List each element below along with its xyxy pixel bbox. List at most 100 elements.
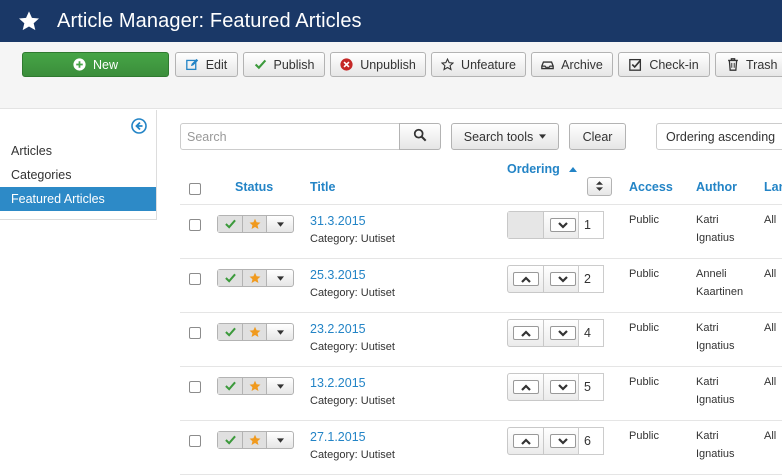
page-header: Article Manager: Featured Articles xyxy=(0,0,782,42)
column-header-status[interactable]: Status xyxy=(235,180,273,194)
featured-toggle[interactable] xyxy=(243,432,267,448)
article-title-link[interactable]: 13.2.2015 xyxy=(310,376,366,390)
article-title-link[interactable]: 25.3.2015 xyxy=(310,268,366,282)
star-icon xyxy=(18,10,48,32)
article-title-link[interactable]: 27.1.2015 xyxy=(310,430,366,444)
published-toggle[interactable] xyxy=(218,432,243,448)
language: All xyxy=(764,214,777,226)
row-checkbox[interactable] xyxy=(189,327,201,339)
unfeature-button[interactable]: Unfeature xyxy=(431,52,526,77)
status-button-group xyxy=(217,269,294,287)
row-checkbox[interactable] xyxy=(189,381,201,393)
chevron-down-icon xyxy=(550,434,576,448)
move-down-button[interactable] xyxy=(545,428,581,454)
ordering-value-input[interactable]: 4 xyxy=(578,319,604,347)
plus-circle-icon xyxy=(73,58,86,71)
ordering-select[interactable]: Ordering ascending xyxy=(656,123,782,150)
caret-down-icon xyxy=(539,134,547,139)
article-category: Category: Uutiset xyxy=(310,341,395,353)
author-last-name: Kaartinen xyxy=(696,286,744,298)
ordering-value-input[interactable]: 6 xyxy=(578,427,604,455)
search-button[interactable] xyxy=(399,123,441,150)
published-toggle[interactable] xyxy=(218,324,243,340)
star-outline-icon xyxy=(441,58,455,71)
edit-icon xyxy=(185,58,199,71)
sidebar: Articles Categories Featured Articles xyxy=(0,110,157,220)
featured-toggle[interactable] xyxy=(243,270,267,286)
column-header-ordering[interactable]: Ordering xyxy=(507,162,578,176)
published-toggle[interactable] xyxy=(218,216,243,232)
author-first-name: Katri xyxy=(696,322,719,334)
clear-button[interactable]: Clear xyxy=(569,123,626,150)
column-header-title[interactable]: Title xyxy=(310,180,335,194)
checkbox-icon xyxy=(629,58,642,71)
published-toggle[interactable] xyxy=(218,270,243,286)
edit-button[interactable]: Edit xyxy=(175,52,238,77)
ordering-select-label: Ordering ascending xyxy=(666,129,776,144)
article-category: Category: Uutiset xyxy=(310,287,395,299)
publish-button[interactable]: Publish xyxy=(243,52,325,77)
sidebar-item-categories[interactable]: Categories xyxy=(0,163,156,187)
search-input[interactable] xyxy=(180,123,400,150)
published-toggle[interactable] xyxy=(218,378,243,394)
move-up-button[interactable] xyxy=(508,320,544,346)
row-divider xyxy=(180,258,782,259)
new-button-label: New xyxy=(92,57,118,72)
article-category: Category: Uutiset xyxy=(310,233,395,245)
author-first-name: Katri xyxy=(696,214,719,226)
article-title-link[interactable]: 31.3.2015 xyxy=(310,214,366,228)
trash-button-label: Trash xyxy=(746,57,778,72)
row-checkbox[interactable] xyxy=(189,219,201,231)
sidebar-item-featured-articles[interactable]: Featured Articles xyxy=(0,187,156,211)
featured-toggle[interactable] xyxy=(243,216,267,232)
unpublish-button-label: Unpublish xyxy=(360,57,416,72)
row-checkbox[interactable] xyxy=(189,435,201,447)
move-down-button[interactable] xyxy=(545,374,581,400)
status-dropdown-toggle[interactable] xyxy=(267,432,293,448)
move-up-button[interactable] xyxy=(508,266,544,292)
collapse-sidebar-icon[interactable] xyxy=(131,118,147,137)
ordering-sort-button[interactable] xyxy=(587,177,612,196)
status-dropdown-toggle[interactable] xyxy=(267,270,293,286)
search-tools-button[interactable]: Search tools xyxy=(451,123,559,150)
access-level: Public xyxy=(629,376,659,388)
sidebar-item-articles[interactable]: Articles xyxy=(0,139,156,163)
chevron-up-icon xyxy=(512,272,539,286)
row-checkbox[interactable] xyxy=(189,273,201,285)
search-icon xyxy=(413,128,427,145)
unpublish-button[interactable]: Unpublish xyxy=(330,52,426,77)
move-down-button[interactable] xyxy=(545,320,581,346)
check-icon xyxy=(224,273,236,283)
star-icon xyxy=(249,218,261,230)
access-level: Public xyxy=(629,268,659,280)
ordering-value-input[interactable]: 2 xyxy=(578,265,604,293)
select-all-checkbox[interactable] xyxy=(189,183,201,195)
move-up-button[interactable] xyxy=(508,374,544,400)
check-icon xyxy=(224,381,236,391)
ordering-value-input[interactable]: 1 xyxy=(578,211,604,239)
status-dropdown-toggle[interactable] xyxy=(267,378,293,394)
status-dropdown-toggle[interactable] xyxy=(267,324,293,340)
ordering-value-input[interactable]: 5 xyxy=(578,373,604,401)
article-category: Category: Uutiset xyxy=(310,449,395,461)
move-up-button[interactable] xyxy=(508,428,544,454)
column-header-author[interactable]: Author xyxy=(696,180,737,194)
featured-toggle[interactable] xyxy=(243,378,267,394)
column-header-language[interactable]: Lan xyxy=(764,180,782,194)
article-title-link[interactable]: 23.2.2015 xyxy=(310,322,366,336)
move-down-button[interactable] xyxy=(545,266,581,292)
new-button[interactable]: New xyxy=(22,52,169,77)
check-in-button[interactable]: Check-in xyxy=(618,52,710,77)
trash-button[interactable]: Trash xyxy=(715,52,782,77)
ordering-controls xyxy=(507,373,581,401)
language: All xyxy=(764,430,777,442)
unfeature-button-label: Unfeature xyxy=(461,57,516,72)
chevron-up-icon xyxy=(512,434,539,448)
featured-toggle[interactable] xyxy=(243,324,267,340)
archive-button[interactable]: Archive xyxy=(531,52,613,77)
author-last-name: Ignatius xyxy=(696,394,735,406)
column-header-access[interactable]: Access xyxy=(629,180,673,194)
move-down-button[interactable] xyxy=(545,212,581,238)
access-level: Public xyxy=(629,322,659,334)
status-dropdown-toggle[interactable] xyxy=(267,216,293,232)
